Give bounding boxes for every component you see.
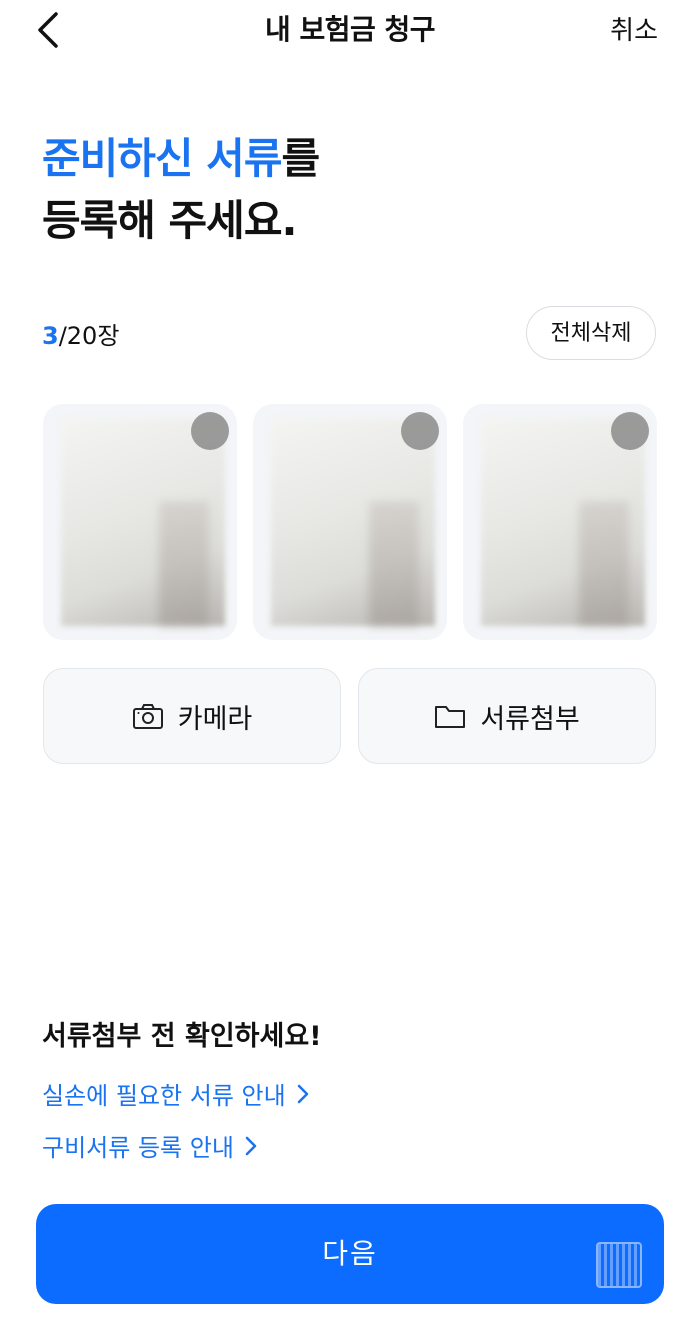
required-docs-link-label: 실손에 필요한 서류 안내: [42, 1082, 286, 1110]
counter-current: 3: [42, 322, 59, 350]
remove-document-icon[interactable]: [401, 412, 439, 450]
camera-label: 카메라: [177, 703, 253, 735]
info-title: 서류첨부 전 확인하세요!: [42, 1021, 322, 1052]
registration-guide-link-label: 구비서류 등록 안내: [42, 1134, 234, 1162]
registration-guide-link[interactable]: 구비서류 등록 안내: [42, 1128, 258, 1163]
folder-icon: [435, 706, 466, 728]
attach-label: 서류첨부: [480, 703, 580, 735]
document-counter: 3/20장: [42, 316, 119, 351]
watermark-stamp: [596, 1242, 642, 1288]
heading-line2: 등록해 주세요.: [42, 196, 297, 245]
main-heading: 준비하신 서류를 등록해 주세요.: [42, 128, 320, 252]
document-image: [271, 418, 435, 626]
chevron-right-icon: [297, 1084, 308, 1103]
required-docs-link[interactable]: 실손에 필요한 서류 안내: [42, 1076, 310, 1111]
document-image: [61, 418, 225, 626]
heading-line1-rest: 를: [281, 134, 320, 183]
document-image: [481, 418, 645, 626]
document-thumbnail[interactable]: [463, 404, 657, 640]
camera-icon: [132, 704, 163, 729]
cancel-button[interactable]: 취소: [610, 10, 658, 47]
attach-documents-button[interactable]: 서류첨부: [358, 668, 656, 764]
page-title: 내 보험금 청구: [264, 13, 436, 46]
next-button[interactable]: 다음: [36, 1204, 664, 1304]
document-thumbnail[interactable]: [253, 404, 447, 640]
heading-highlight: 준비하신 서류: [42, 134, 282, 183]
delete-all-button[interactable]: 전체삭제: [526, 306, 656, 360]
chevron-right-icon: [245, 1136, 257, 1155]
remove-document-icon[interactable]: [611, 412, 649, 450]
document-thumbnail[interactable]: [43, 404, 237, 640]
remove-document-icon[interactable]: [191, 412, 229, 450]
counter-total: /20장: [58, 322, 120, 350]
camera-button[interactable]: 카메라: [43, 668, 341, 764]
